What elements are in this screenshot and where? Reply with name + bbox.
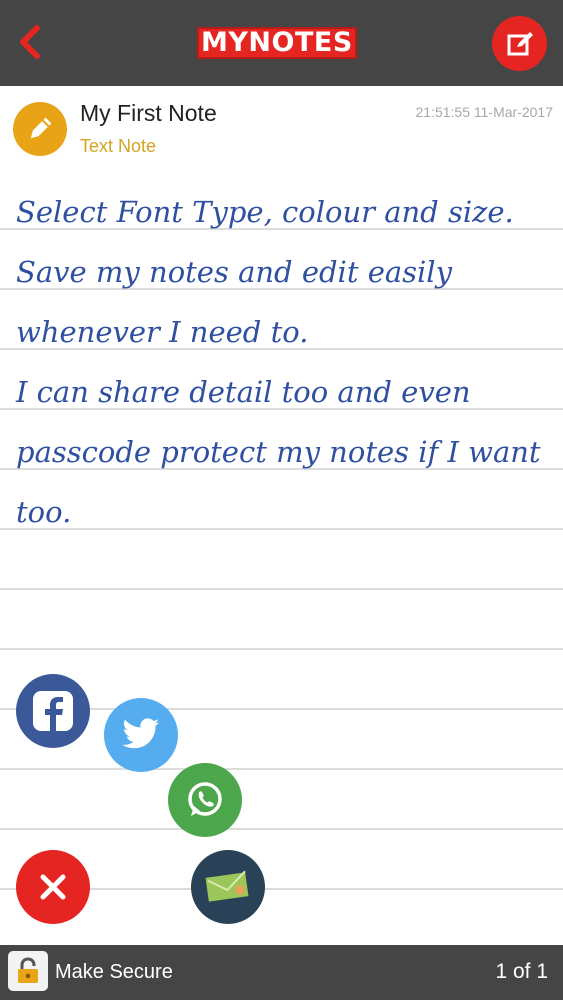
- close-icon: [40, 874, 66, 900]
- note-type-label: Text Note: [80, 136, 157, 156]
- edit-note-button[interactable]: [492, 16, 547, 71]
- share-email-button[interactable]: [191, 850, 265, 924]
- note-title: My First Note: [80, 100, 217, 126]
- footer-bar: Make Secure 1 of 1: [0, 945, 563, 1000]
- make-secure-label[interactable]: Make Secure: [55, 961, 173, 984]
- chevron-left-icon: [20, 25, 40, 59]
- share-facebook-button[interactable]: [16, 674, 90, 748]
- share-whatsapp-button[interactable]: [168, 763, 242, 837]
- close-share-button[interactable]: [16, 850, 90, 924]
- note-type-icon: [13, 102, 67, 156]
- back-button[interactable]: [8, 20, 52, 64]
- edit-icon: [507, 31, 533, 55]
- email-icon: [205, 870, 249, 902]
- note-timestamp: 21:51:55 11-Mar-2017: [415, 104, 554, 120]
- twitter-icon: [122, 718, 160, 749]
- note-body[interactable]: Select Font Type, colour and size. Save …: [16, 182, 556, 542]
- pencil-icon: [30, 117, 52, 139]
- facebook-icon: [33, 691, 73, 731]
- app-logo: MYNOTES: [197, 27, 357, 59]
- lock-button[interactable]: [8, 951, 48, 991]
- app-header: MYNOTES: [0, 0, 563, 86]
- lock-icon: [18, 957, 38, 983]
- page-counter: 1 of 1: [495, 960, 548, 983]
- share-twitter-button[interactable]: [104, 698, 178, 772]
- whatsapp-icon: [188, 782, 222, 816]
